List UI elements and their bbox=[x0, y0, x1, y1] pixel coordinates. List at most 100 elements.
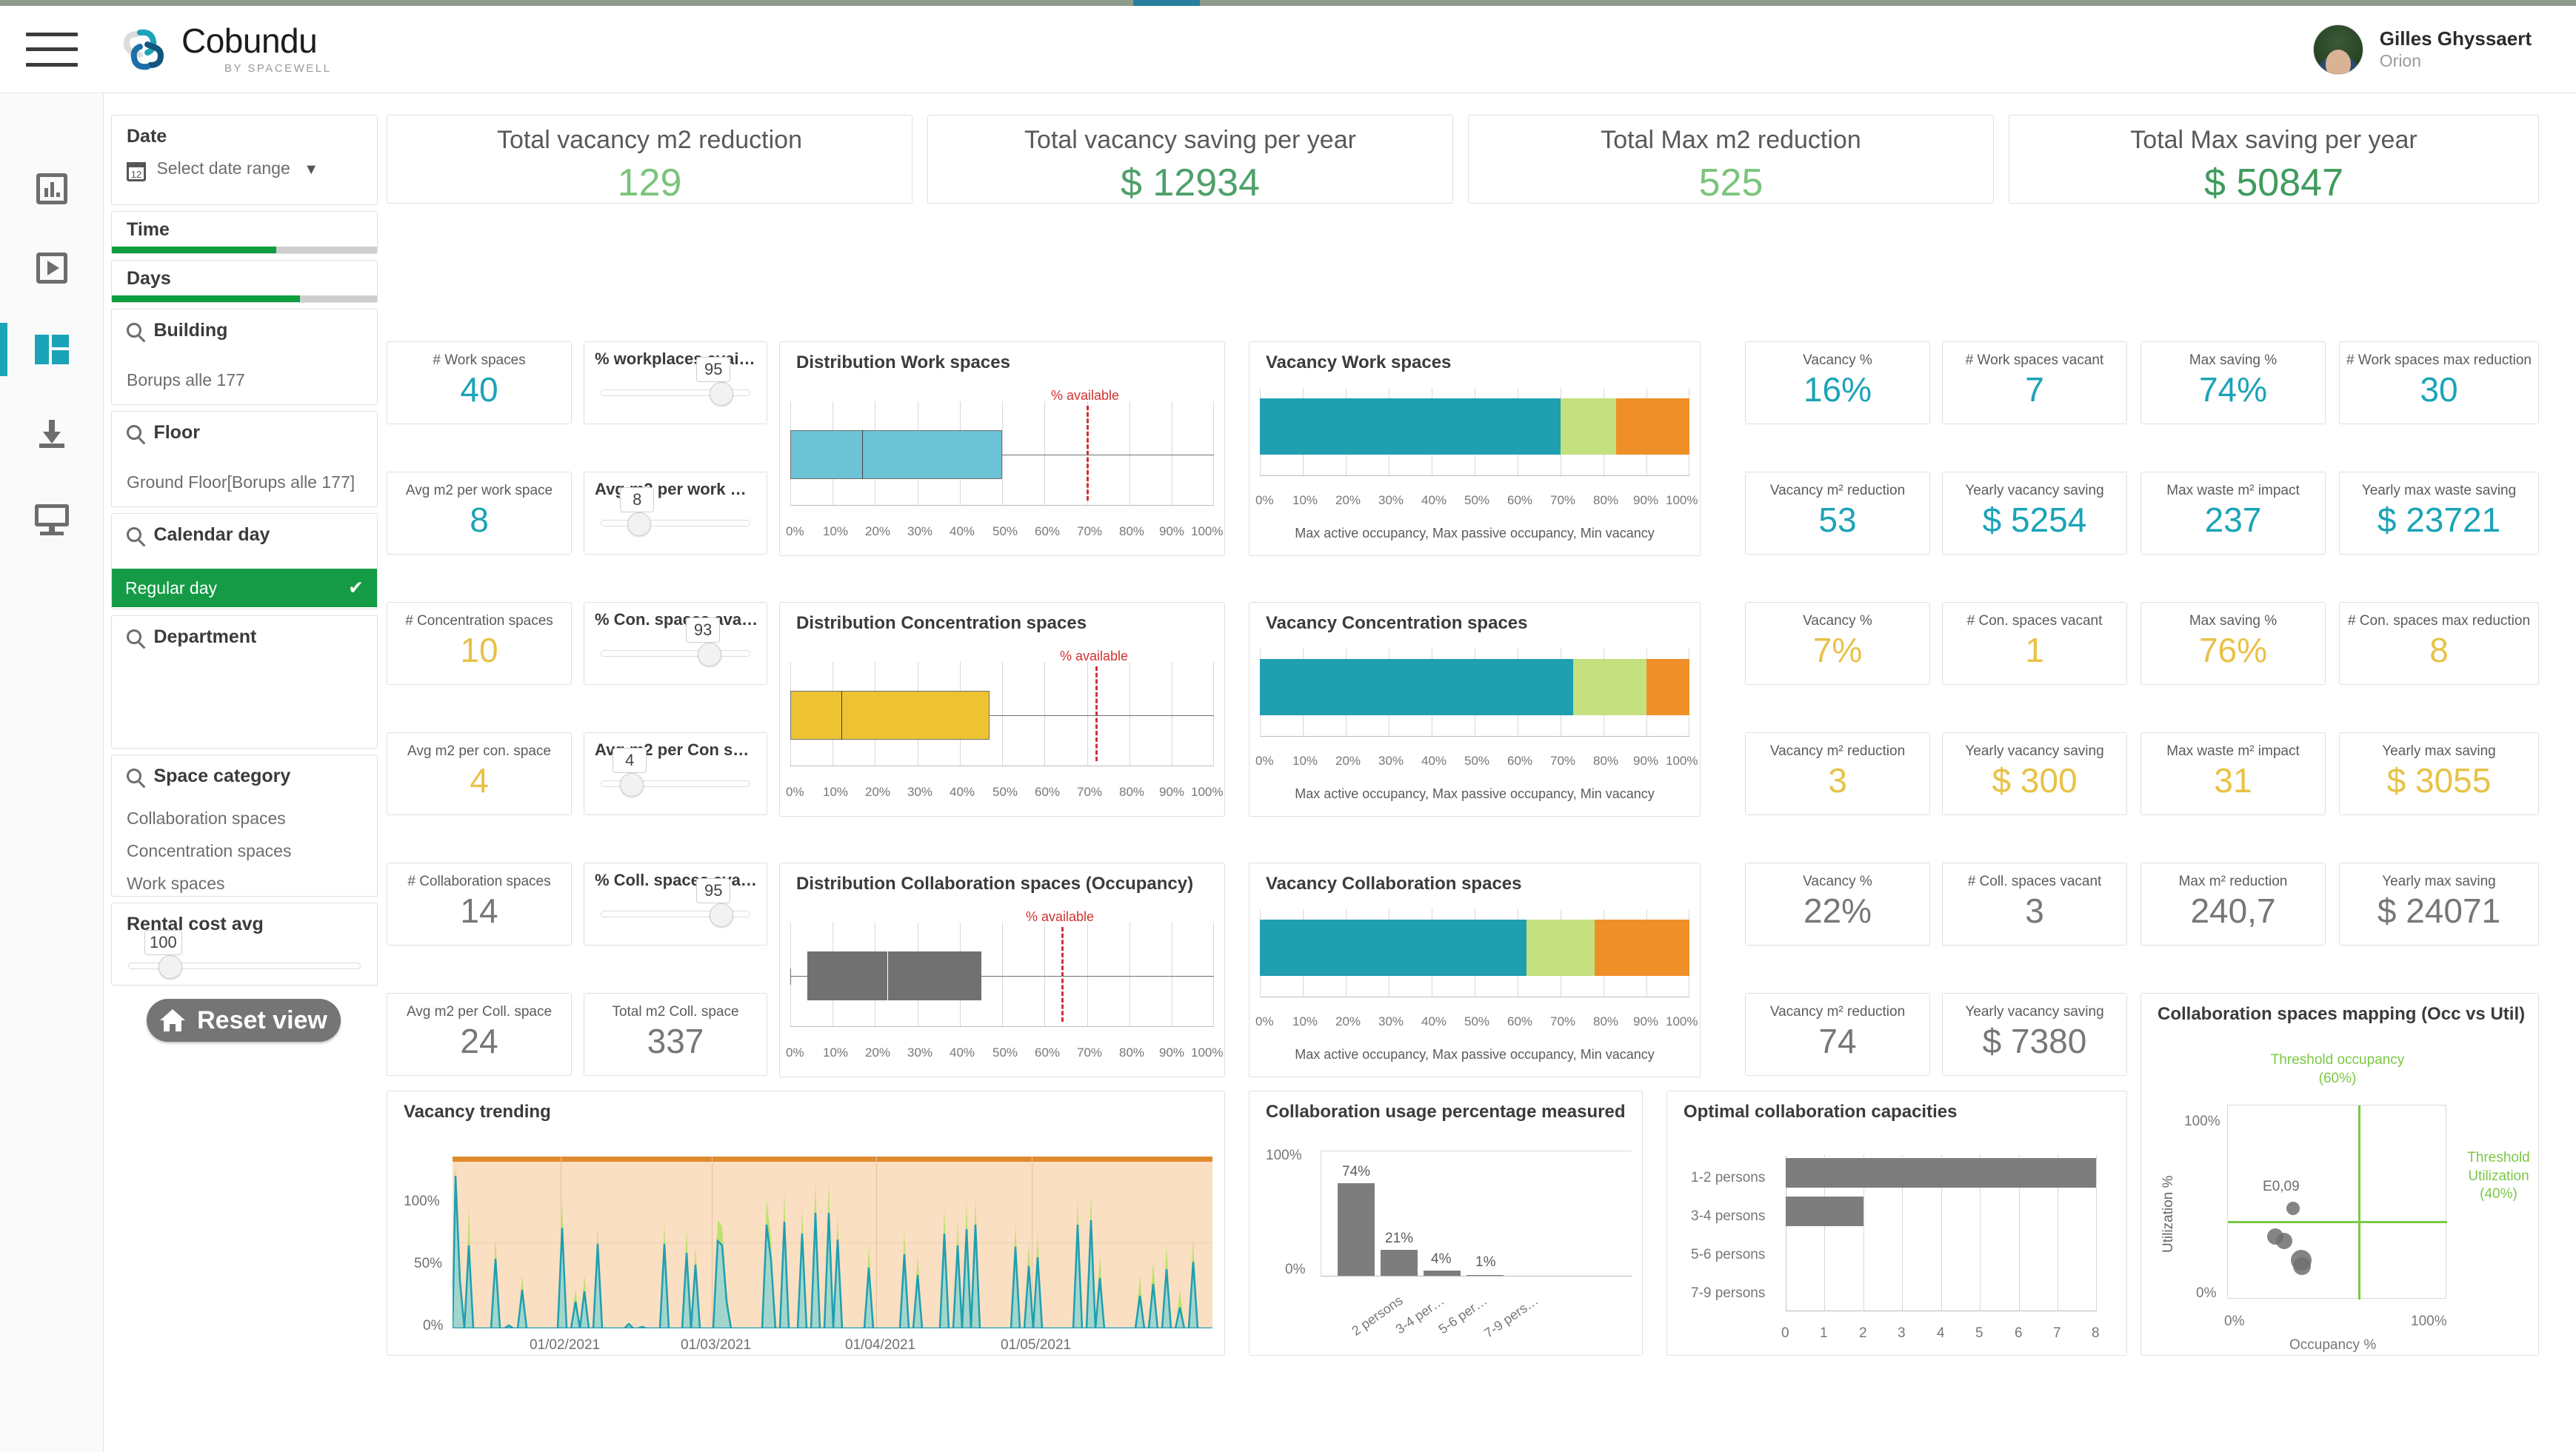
rental-cost-value: 100 bbox=[144, 930, 182, 955]
chevron-down-icon[interactable]: ▼ bbox=[304, 161, 318, 178]
kpi-work-max-saving-pct[interactable]: Max saving % 74% bbox=[2140, 341, 2326, 424]
slider-pct-con-spaces-available[interactable]: % Con. spaces ava… 93 bbox=[584, 602, 767, 685]
filter-department[interactable]: Department bbox=[111, 615, 378, 749]
chart-vacancy-work-spaces[interactable]: Vacancy Work spaces 0% 10% 20% 30% 40% 5… bbox=[1249, 341, 1701, 556]
nav-item-download[interactable] bbox=[0, 398, 104, 469]
filter-date[interactable]: Date 12 Select date range ▼ bbox=[111, 115, 378, 205]
chart-vacancy-concentration-spaces[interactable]: Vacancy Concentration spaces 0% 10% 20% … bbox=[1249, 602, 1701, 817]
hamburger-icon[interactable] bbox=[26, 32, 78, 67]
filter-building[interactable]: Building Borups alle 177 bbox=[111, 309, 378, 405]
slider-control[interactable]: 93 bbox=[601, 618, 750, 666]
chart-vacancy-collaboration-spaces[interactable]: Vacancy Collaboration spaces 0% 10% 20% … bbox=[1249, 863, 1701, 1077]
slider-avg-m2-per-work-space[interactable]: Avg m2 per work … 8 bbox=[584, 472, 767, 555]
chart-distribution-collaboration-spaces[interactable]: Distribution Collaboration spaces (Occup… bbox=[779, 863, 1225, 1077]
space-category-option-collaboration[interactable]: Collaboration spaces bbox=[127, 809, 286, 829]
rental-cost-knob[interactable] bbox=[158, 955, 182, 979]
chart-distribution-work-spaces[interactable]: Distribution Work spaces % available 0% … bbox=[779, 341, 1225, 556]
bar-3-4-persons[interactable] bbox=[1381, 1250, 1418, 1277]
nav-item-analytics[interactable] bbox=[0, 153, 104, 224]
slider-control[interactable]: 8 bbox=[601, 487, 750, 536]
filter-rental-cost[interactable]: Rental cost avg 100 bbox=[111, 903, 378, 986]
space-category-option-work[interactable]: Work spaces bbox=[127, 874, 225, 894]
chart-distribution-concentration-spaces[interactable]: Distribution Concentration spaces % avai… bbox=[779, 602, 1225, 817]
kpi-avg-m2-per-con-space[interactable]: Avg m2 per con. space 4 bbox=[387, 732, 572, 815]
x-tick: 100% bbox=[1666, 1014, 1698, 1028]
slider-control[interactable]: 4 bbox=[601, 748, 750, 797]
kpi-work-yearly-max-waste-saving[interactable]: Yearly max waste saving $ 23721 bbox=[2339, 472, 2539, 555]
chart-title: Vacancy Concentration spaces bbox=[1266, 613, 1528, 633]
kpi-coll-vacancy-m2-reduction[interactable]: Vacancy m² reduction 74 bbox=[1745, 993, 1930, 1076]
filter-floor[interactable]: Floor Ground Floor[Borups alle 177] bbox=[111, 411, 378, 507]
kpi-con-spaces-max-reduction[interactable]: # Con. spaces max reduction 8 bbox=[2339, 602, 2539, 685]
filter-days[interactable]: Days bbox=[111, 260, 378, 303]
kpi-avg-m2-per-coll-space[interactable]: Avg m2 per Coll. space 24 bbox=[387, 993, 572, 1076]
kpi-coll-yearly-vacancy-saving[interactable]: Yearly vacancy saving $ 7380 bbox=[1942, 993, 2127, 1076]
kpi-total-vacancy-m2-reduction[interactable]: Total vacancy m2 reduction 129 bbox=[387, 115, 912, 204]
filter-building-value[interactable]: Borups alle 177 bbox=[127, 370, 245, 390]
scatter-point[interactable] bbox=[2293, 1257, 2312, 1276]
rental-cost-slider[interactable]: 100 bbox=[128, 930, 361, 979]
kpi-value: 14 bbox=[460, 891, 498, 930]
filter-floor-value[interactable]: Ground Floor[Borups alle 177] bbox=[127, 472, 355, 492]
slider-knob[interactable] bbox=[710, 382, 734, 406]
filter-space-category[interactable]: Space category Collaboration spaces Conc… bbox=[111, 755, 378, 897]
nav-item-monitor[interactable] bbox=[0, 484, 104, 555]
kpi-con-yearly-vacancy-saving[interactable]: Yearly vacancy saving $ 300 bbox=[1942, 732, 2127, 815]
chart-title: Optimal collaboration capacities bbox=[1684, 1102, 1958, 1122]
kpi-num-concentration-spaces[interactable]: # Concentration spaces 10 bbox=[387, 602, 572, 685]
kpi-coll-vacancy-pct[interactable]: Vacancy % 22% bbox=[1745, 863, 1930, 946]
kpi-con-max-saving-pct[interactable]: Max saving % 76% bbox=[2140, 602, 2326, 685]
kpi-coll-spaces-vacant[interactable]: # Coll. spaces vacant 3 bbox=[1942, 863, 2127, 946]
kpi-work-spaces-vacant[interactable]: # Work spaces vacant 7 bbox=[1942, 341, 2127, 424]
slider-knob[interactable] bbox=[698, 643, 722, 666]
kpi-coll-yearly-max-saving[interactable]: Yearly max saving $ 24071 bbox=[2339, 863, 2539, 946]
chart-vacancy-trending[interactable]: Vacancy trending 100% 50% 0% 01/02/2021 … bbox=[387, 1091, 1225, 1356]
slider-avg-m2-per-con-space[interactable]: Avg m2 per Con s… 4 bbox=[584, 732, 767, 815]
reset-view-button[interactable]: Reset view bbox=[147, 999, 341, 1042]
kpi-total-max-m2-reduction[interactable]: Total Max m2 reduction 525 bbox=[1468, 115, 1994, 204]
kpi-num-work-spaces[interactable]: # Work spaces 40 bbox=[387, 341, 572, 424]
kpi-con-yearly-max-saving[interactable]: Yearly max saving $ 3055 bbox=[2339, 732, 2539, 815]
space-category-option-concentration[interactable]: Concentration spaces bbox=[127, 841, 291, 861]
nav-item-dashboard[interactable] bbox=[0, 314, 104, 385]
chart-collaboration-spaces-mapping[interactable]: Collaboration spaces mapping (Occ vs Uti… bbox=[2140, 993, 2539, 1356]
chart-optimal-collaboration-capacities[interactable]: Optimal collaboration capacities 1-2 per… bbox=[1666, 1091, 2127, 1356]
slider-control[interactable]: 95 bbox=[601, 357, 750, 406]
kpi-con-vacancy-pct[interactable]: Vacancy % 7% bbox=[1745, 602, 1930, 685]
kpi-avg-m2-per-work-space[interactable]: Avg m2 per work space 8 bbox=[387, 472, 572, 555]
kpi-con-vacancy-m2-reduction[interactable]: Vacancy m² reduction 3 bbox=[1745, 732, 1930, 815]
kpi-work-yearly-vacancy-saving[interactable]: Yearly vacancy saving $ 5254 bbox=[1942, 472, 2127, 555]
kpi-num-collaboration-spaces[interactable]: # Collaboration spaces 14 bbox=[387, 863, 572, 946]
kpi-con-spaces-vacant[interactable]: # Con. spaces vacant 1 bbox=[1942, 602, 2127, 685]
kpi-total-m2-coll-space[interactable]: Total m2 Coll. space 337 bbox=[584, 993, 767, 1076]
x-tick: 100% bbox=[1191, 785, 1224, 799]
slider-knob[interactable] bbox=[627, 512, 652, 536]
filter-time[interactable]: Time bbox=[111, 211, 378, 254]
avatar[interactable] bbox=[2312, 24, 2363, 75]
slider-pct-coll-spaces-available[interactable]: % Coll. spaces ava… 95 bbox=[584, 863, 767, 946]
slider-knob[interactable] bbox=[620, 773, 644, 797]
slider-control[interactable]: 95 bbox=[601, 878, 750, 927]
slider-pct-workplaces-available[interactable]: % workplaces avai… 95 bbox=[584, 341, 767, 424]
kpi-total-max-saving-per-year[interactable]: Total Max saving per year $ 50847 bbox=[2009, 115, 2539, 204]
kpi-work-vacancy-pct[interactable]: Vacancy % 16% bbox=[1745, 341, 1930, 424]
scatter-point[interactable] bbox=[2286, 1202, 2300, 1215]
filter-calendar-day-selected[interactable]: Regular day ✔ bbox=[112, 569, 377, 607]
filter-calendar-day[interactable]: Calendar day Regular day ✔ bbox=[111, 513, 378, 609]
kpi-coll-max-m2-reduction[interactable]: Max m² reduction 240,7 bbox=[2140, 863, 2326, 946]
chart-collaboration-usage-percentage[interactable]: Collaboration usage percentage measured … bbox=[1249, 1091, 1643, 1356]
kpi-work-spaces-max-reduction[interactable]: # Work spaces max reduction 30 bbox=[2339, 341, 2539, 424]
kpi-con-max-waste-m2-impact[interactable]: Max waste m² impact 31 bbox=[2140, 732, 2326, 815]
bar-2-persons[interactable] bbox=[1338, 1183, 1375, 1277]
kpi-work-max-waste-m2-impact[interactable]: Max waste m² impact 237 bbox=[2140, 472, 2326, 555]
kpi-value: $ 12934 bbox=[1121, 161, 1260, 204]
bar-3-4-persons[interactable] bbox=[1786, 1197, 1863, 1226]
app-logo[interactable]: Cobundu BY SPACEWELL bbox=[122, 24, 332, 75]
user-profile[interactable]: Gilles Ghyssaert Orion bbox=[2312, 24, 2532, 75]
bar-1-2-persons[interactable] bbox=[1786, 1158, 2096, 1188]
slider-knob[interactable] bbox=[710, 903, 734, 927]
kpi-work-vacancy-m2-reduction[interactable]: Vacancy m² reduction 53 bbox=[1745, 472, 1930, 555]
kpi-total-vacancy-saving-per-year[interactable]: Total vacancy saving per year $ 12934 bbox=[927, 115, 1453, 204]
nav-item-stories[interactable] bbox=[0, 232, 104, 304]
scatter-point[interactable] bbox=[2275, 1232, 2292, 1249]
